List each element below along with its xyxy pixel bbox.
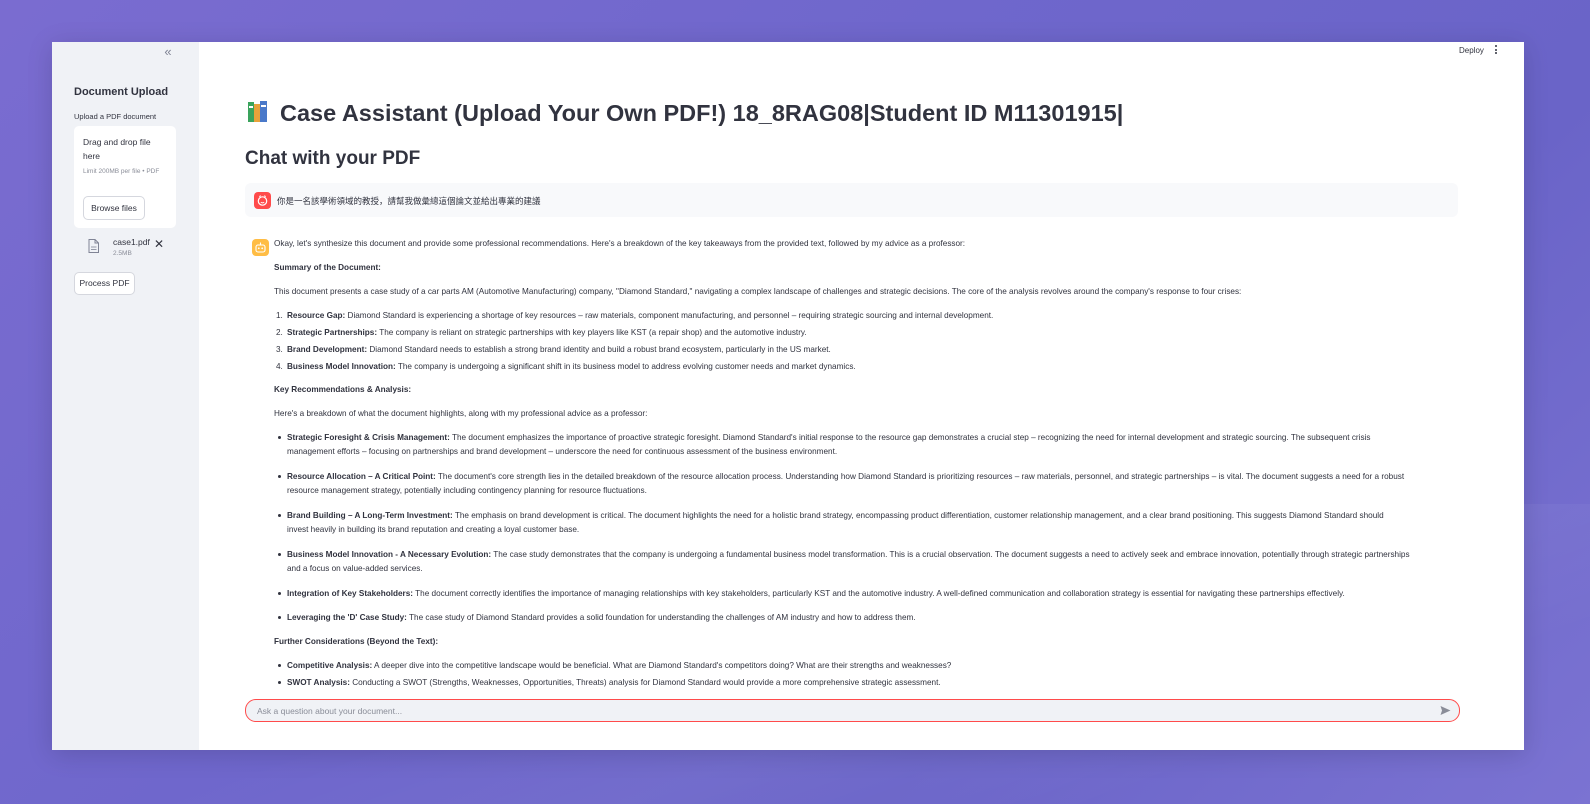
file-size: 2.5MB [113,250,132,257]
recs-heading: Key Recommendations & Analysis: [274,385,412,394]
chat-input-box [245,699,1460,722]
list-item: Brand Building – A Long-Term Investment:… [278,509,1384,537]
file-name: case1.pdf [113,237,150,247]
list-item: Integration of Key Stakeholders: The doc… [278,587,1345,601]
user-message: 你是一名該學術領域的教授，請幫我做彙總這個論文並給出專業的建議 [245,183,1458,217]
page-title-text: Case Assistant (Upload Your Own PDF!) 18… [280,100,1124,126]
main-menu-icon[interactable] [1492,45,1500,57]
assistant-avatar [252,239,269,256]
list-item: Business Model Innovation - A Necessary … [278,548,1410,576]
summary-text: This document presents a case study of a… [274,287,1242,296]
page-title: Case Assistant (Upload Your Own PDF!) 18… [246,100,1123,127]
dropzone-limit: Limit 200MB per file • PDF [83,168,160,175]
sidebar-title: Document Upload [74,86,169,98]
dropzone-text: Drag and drop file here [83,137,151,161]
file-icon [88,239,99,253]
assistant-intro: Okay, let's synthesize this document and… [274,239,966,248]
user-avatar [254,192,271,209]
list-item: Competitive Analysis: A deeper dive into… [278,659,951,673]
collapse-sidebar-icon[interactable]: « [160,44,176,60]
summary-heading: Summary of the Document: [274,263,381,272]
list-item: SWOT Analysis: Conducting a SWOT (Streng… [278,676,941,690]
user-face-icon [257,195,268,206]
upload-label: Upload a PDF document [74,112,157,121]
list-item: 4. Business Model Innovation: The company… [276,362,856,371]
list-item: Strategic Foresight & Crisis Management:… [278,431,1370,459]
sidebar: « Document Upload Upload a PDF document … [52,42,199,750]
browse-files-button[interactable]: Browse files [83,196,145,220]
books-icon [248,101,267,122]
chat-input[interactable] [255,702,1429,720]
send-icon[interactable] [1440,705,1451,716]
list-item: 1. Resource Gap: Diamond Standard is expe… [276,311,994,320]
remove-file-icon[interactable]: ✕ [154,238,164,250]
recs-intro: Here's a breakdown of what the document … [274,409,648,418]
chat-subtitle: Chat with your PDF [245,148,421,169]
further-heading: Further Considerations (Beyond the Text)… [274,637,439,646]
process-pdf-button[interactable]: Process PDF [74,272,135,295]
user-message-text: 你是一名該學術領域的教授，請幫我做彙總這個論文並給出專業的建議 [277,196,541,206]
uploaded-file: case1.pdf 2.5MB ✕ [74,236,176,262]
list-item: 3. Brand Development: Diamond Standard ne… [276,345,831,354]
file-dropzone[interactable]: Drag and drop file here Limit 200MB per … [74,126,176,228]
deploy-button[interactable]: Deploy [1459,46,1484,55]
list-item: 2. Strategic Partnerships: The company is… [276,328,807,337]
robot-icon [255,242,266,253]
list-item: Leveraging the 'D' Case Study: The case … [278,611,916,625]
list-item: Resource Allocation – A Critical Point: … [278,470,1404,498]
app-window: « Document Upload Upload a PDF document … [52,42,1524,750]
